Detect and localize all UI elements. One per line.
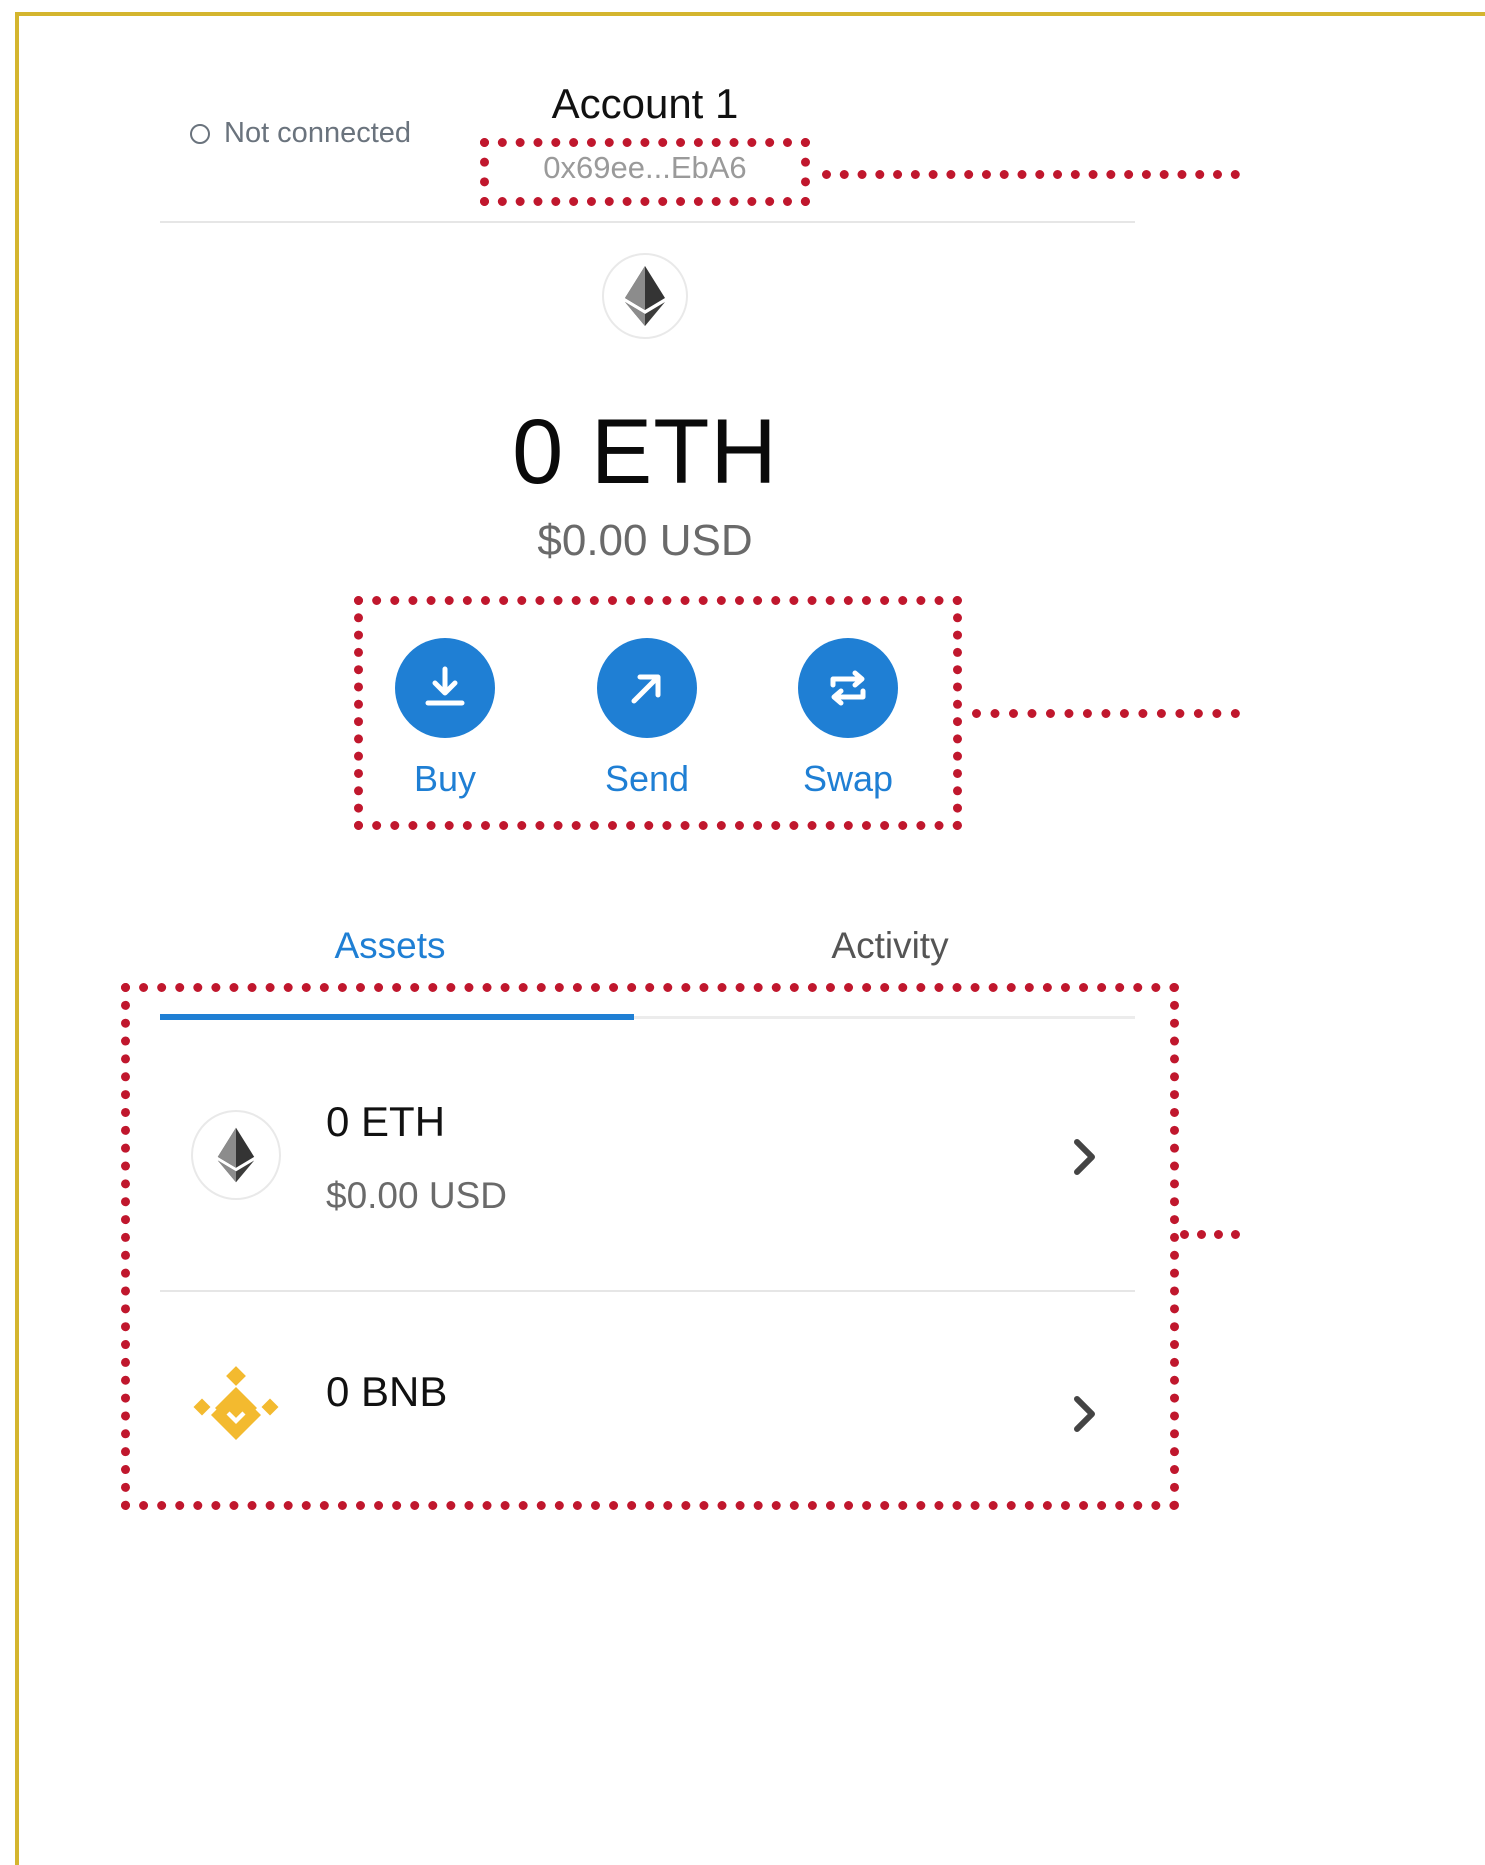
- account-name[interactable]: Account 1: [480, 80, 810, 128]
- chevron-right-icon[interactable]: [1072, 1394, 1098, 1434]
- buy-label: Buy: [413, 758, 477, 799]
- send-button[interactable]: Send: [577, 638, 717, 800]
- buy-button[interactable]: Buy: [375, 638, 515, 800]
- send-circle[interactable]: [597, 638, 697, 738]
- balance-primary: 0 ETH: [512, 401, 778, 503]
- tab-active-indicator: [160, 1014, 634, 1020]
- buy-circle[interactable]: [395, 638, 495, 738]
- connection-status-label: Not connected: [224, 117, 412, 149]
- swap-arrows-icon: [830, 670, 866, 706]
- asset-fiat: $0.00 USD: [326, 1175, 507, 1216]
- balance-fiat: $0.00 USD: [537, 516, 753, 565]
- asset-amount: 0 BNB: [326, 1368, 448, 1415]
- account-address[interactable]: 0x69ee...EbA6: [480, 150, 810, 186]
- ethereum-icon: [625, 266, 665, 326]
- connection-status[interactable]: Not connected: [190, 117, 411, 150]
- tab-assets[interactable]: Assets: [240, 925, 540, 967]
- swap-label: Swap: [802, 758, 894, 799]
- asset-row-bnb[interactable]: 0 BNB: [160, 1292, 1135, 1502]
- network-icon[interactable]: [602, 253, 688, 339]
- swap-circle[interactable]: [798, 638, 898, 738]
- disconnected-ring-icon: [190, 123, 210, 144]
- send-label: Send: [604, 758, 690, 799]
- eth-token-icon: [191, 1110, 281, 1200]
- arrow-up-right-icon: [631, 674, 661, 704]
- download-icon: [425, 666, 465, 706]
- header-divider: [160, 221, 1135, 223]
- asset-amount: 0 ETH: [326, 1098, 446, 1145]
- chevron-right-icon[interactable]: [1072, 1137, 1098, 1177]
- tab-activity[interactable]: Activity: [740, 925, 1040, 967]
- swap-button[interactable]: Swap: [778, 638, 918, 800]
- ethereum-icon: [217, 1127, 255, 1183]
- asset-row-eth[interactable]: 0 ETH $0.00 USD: [160, 1040, 1135, 1290]
- bnb-icon: [193, 1366, 279, 1440]
